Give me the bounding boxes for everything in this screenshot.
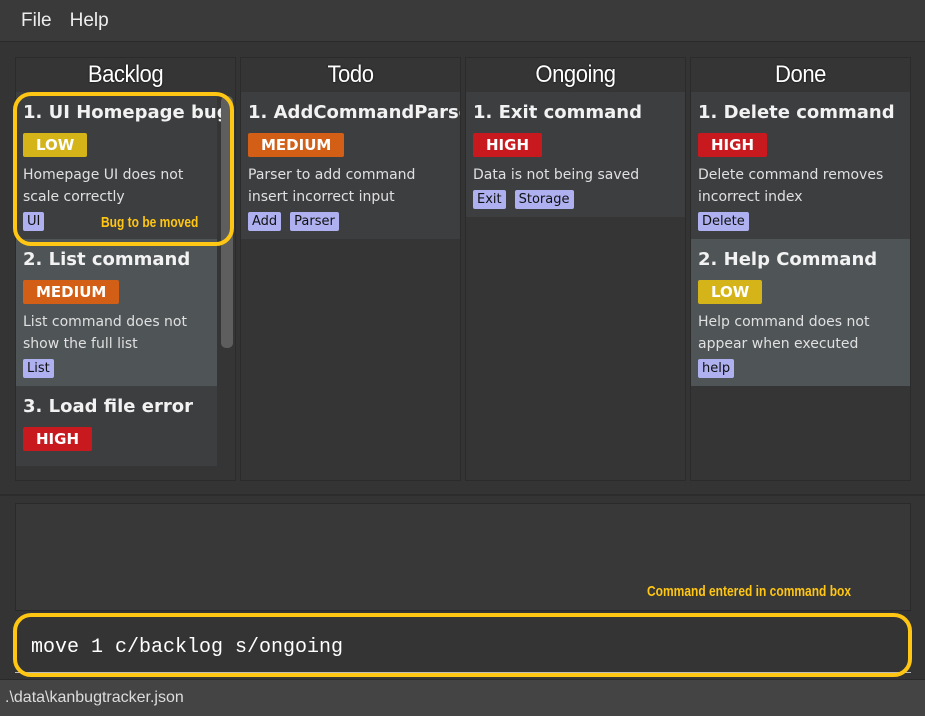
priority-badge: MEDIUM <box>248 133 345 157</box>
tag: help <box>698 359 735 378</box>
card-list: 1. Delete command HIGH Delete command re… <box>691 92 910 386</box>
status-bar: .\data\kanbugtracker.json <box>0 679 925 716</box>
bug-note: Bug to be moved <box>101 214 199 231</box>
card-description: Data is not being saved <box>473 167 640 183</box>
bug-card[interactable]: 1. AddCommandParser MEDIUM Parser to add… <box>241 92 460 239</box>
tag-list: Exit Storage <box>473 190 678 209</box>
column-header: Todo <box>327 61 374 88</box>
tag: Add <box>248 212 282 231</box>
menu-help[interactable]: Help <box>61 10 118 32</box>
priority-badge: LOW <box>698 280 763 304</box>
menu-bar: File Help <box>0 0 925 42</box>
command-input[interactable] <box>31 636 891 659</box>
card-list: 1. Exit command HIGH Data is not being s… <box>466 92 685 217</box>
priority-badge: MEDIUM <box>23 280 120 304</box>
card-list: 1. UI Homepage bug LOW Homepage UI does … <box>16 92 230 466</box>
tag-list: Add Parser <box>248 212 453 231</box>
card-title: 1. Delete command <box>698 102 895 123</box>
column-header: Ongoing <box>535 61 616 88</box>
tag: Delete <box>698 212 749 231</box>
priority-badge: HIGH <box>473 133 543 157</box>
column-ongoing: Ongoing 1. Exit command HIGH Data is not… <box>465 57 686 481</box>
bug-card[interactable]: 2. List command MEDIUM List command does… <box>16 239 217 386</box>
kanban-board: Backlog 1. UI Homepage bug LOW Homepage … <box>15 57 911 481</box>
card-description: Homepage UI does not scale correctly <box>23 167 184 205</box>
save-file-path: .\data\kanbugtracker.json <box>5 689 184 706</box>
column-header: Done <box>775 61 826 88</box>
tag-list: Delete <box>698 212 903 231</box>
priority-badge: HIGH <box>23 427 93 451</box>
tag: List <box>23 359 54 378</box>
divider <box>0 494 925 496</box>
card-description: Delete command removes incorrect index <box>698 167 884 205</box>
command-underline <box>15 672 911 673</box>
column-backlog: Backlog 1. UI Homepage bug LOW Homepage … <box>15 57 236 481</box>
column-todo: Todo 1. AddCommandParser MEDIUM Parser t… <box>240 57 461 481</box>
command-box <box>15 616 911 674</box>
scrollbar[interactable] <box>221 96 233 348</box>
column-done: Done 1. Delete command HIGH Delete comma… <box>690 57 911 481</box>
card-title: 1. UI Homepage bug <box>23 102 230 123</box>
card-title: 2. List command <box>23 249 191 270</box>
tag: UI <box>23 212 45 231</box>
menu-file[interactable]: File <box>12 10 61 32</box>
bug-card[interactable]: 1. Exit command HIGH Data is not being s… <box>466 92 685 217</box>
tag-list: help <box>698 359 903 378</box>
bug-card[interactable]: 3. Load file error HIGH <box>16 386 217 466</box>
card-title: 1. AddCommandParser <box>248 102 461 123</box>
tag: Storage <box>514 190 574 209</box>
card-title: 1. Exit command <box>473 102 642 123</box>
tag: Parser <box>290 212 339 231</box>
command-note: Command entered in command box <box>647 583 852 600</box>
tag: Exit <box>473 190 506 209</box>
column-header: Backlog <box>87 61 164 88</box>
tag-list: List <box>23 359 210 378</box>
card-title: 3. Load file error <box>23 396 193 417</box>
priority-badge: HIGH <box>698 133 768 157</box>
card-description: Parser to add command insert incorrect i… <box>248 167 416 205</box>
priority-badge: LOW <box>23 133 88 157</box>
bug-card[interactable]: 1. Delete command HIGH Delete command re… <box>691 92 910 239</box>
card-description: Help command does not appear when execut… <box>698 314 870 352</box>
bug-card[interactable]: 2. Help Command LOW Help command does no… <box>691 239 910 386</box>
card-description: List command does not show the full list <box>23 314 187 352</box>
card-list: 1. AddCommandParser MEDIUM Parser to add… <box>241 92 460 239</box>
card-title: 2. Help Command <box>698 249 878 270</box>
